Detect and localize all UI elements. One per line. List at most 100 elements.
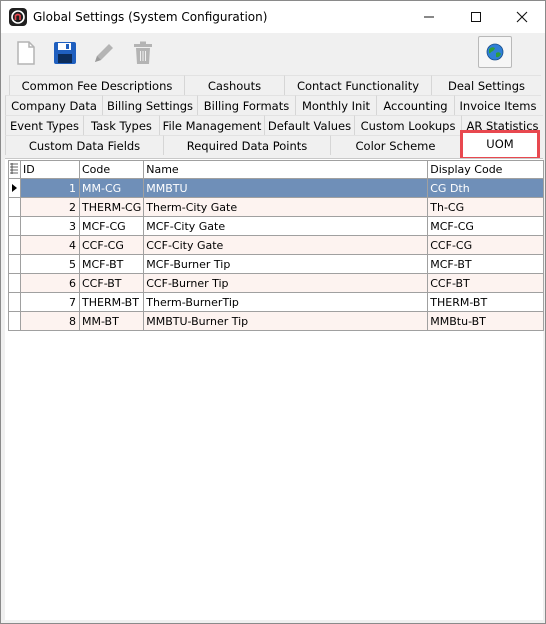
column-header-name[interactable]: Name xyxy=(143,160,429,179)
delete-button[interactable] xyxy=(128,38,158,68)
cell-name[interactable]: Therm-BurnerTip xyxy=(143,292,429,312)
tab-custom-lookups[interactable]: Custom Lookups xyxy=(354,115,461,135)
cell-name[interactable]: CCF-City Gate xyxy=(143,235,429,255)
cell-code[interactable]: THERM-BT xyxy=(78,292,145,312)
column-header-display-code[interactable]: Display Code xyxy=(427,160,545,179)
uom-grid: ID Code Name Display Code 1 MM-CG MMBTU … xyxy=(8,160,545,331)
cell-display-code[interactable]: CCF-CG xyxy=(427,235,545,255)
cell-code[interactable]: MCF-BT xyxy=(78,254,145,274)
maximize-button[interactable] xyxy=(453,1,499,33)
cell-display-code[interactable]: MCF-CG xyxy=(427,216,545,236)
new-button[interactable] xyxy=(11,38,41,68)
tab-label: UOM xyxy=(486,137,514,151)
tab-label: Company Data xyxy=(11,99,97,113)
cell-id[interactable]: 6 xyxy=(20,273,80,293)
cell-id[interactable]: 2 xyxy=(20,197,80,217)
tab-invoice-items[interactable]: Invoice Items xyxy=(454,95,541,115)
current-row-arrow-icon xyxy=(12,184,17,192)
cell-display-code[interactable]: MMBtu-BT xyxy=(427,311,545,331)
tab-label: Required Data Points xyxy=(186,139,308,153)
row-indicator[interactable] xyxy=(8,311,21,331)
tab-monthly-init[interactable]: Monthly Init xyxy=(295,95,376,115)
table-row[interactable]: 6 CCF-BT CCF-Burner Tip CCF-BT xyxy=(8,273,545,293)
cell-name[interactable]: MCF-Burner Tip xyxy=(143,254,429,274)
cell-id[interactable]: 4 xyxy=(20,235,80,255)
cell-code[interactable]: MM-BT xyxy=(78,311,145,331)
cell-display-code[interactable]: THERM-BT xyxy=(427,292,545,312)
tab-deal-settings[interactable]: Deal Settings xyxy=(431,75,541,95)
cell-id[interactable]: 1 xyxy=(20,178,80,198)
tab-label: Monthly Init xyxy=(301,99,371,113)
tab-billing-formats[interactable]: Billing Formats xyxy=(197,95,295,115)
tab-billing-settings[interactable]: Billing Settings xyxy=(102,95,197,115)
table-row[interactable]: 4 CCF-CG CCF-City Gate CCF-CG xyxy=(8,235,545,255)
tab-label: AR Statistics xyxy=(466,119,539,133)
table-row[interactable]: 5 MCF-BT MCF-Burner Tip MCF-BT xyxy=(8,254,545,274)
cell-display-code[interactable]: CG Dth xyxy=(427,178,545,198)
tab-label: Billing Settings xyxy=(106,99,194,113)
global-settings-window: Global Settings (System Configuration) C… xyxy=(0,0,546,624)
cell-name[interactable]: Therm-City Gate xyxy=(143,197,429,217)
close-button[interactable] xyxy=(499,1,545,33)
maximize-icon xyxy=(471,12,481,22)
row-selector-header[interactable] xyxy=(8,160,21,179)
table-row[interactable]: 7 THERM-BT Therm-BurnerTip THERM-BT xyxy=(8,292,545,312)
window-title: Global Settings (System Configuration) xyxy=(33,10,268,24)
tab-label: Custom Lookups xyxy=(360,119,456,133)
delete-trash-icon xyxy=(134,41,152,64)
cell-code[interactable]: CCF-CG xyxy=(78,235,145,255)
row-indicator[interactable] xyxy=(8,216,21,236)
cell-code[interactable]: MCF-CG xyxy=(78,216,145,236)
cell-display-code[interactable]: MCF-BT xyxy=(427,254,545,274)
cell-name[interactable]: CCF-Burner Tip xyxy=(143,273,429,293)
tab-cashouts[interactable]: Cashouts xyxy=(184,75,284,95)
close-icon xyxy=(516,11,528,23)
tab-required-data-points[interactable]: Required Data Points xyxy=(163,135,330,155)
tab-color-scheme[interactable]: Color Scheme xyxy=(330,135,460,155)
tab-label: Cashouts xyxy=(207,79,262,93)
globe-button[interactable] xyxy=(478,36,512,68)
tab-event-types[interactable]: Event Types xyxy=(5,115,83,135)
save-icon xyxy=(54,42,76,64)
cell-display-code[interactable]: Th-CG xyxy=(427,197,545,217)
table-row[interactable]: 2 THERM-CG Therm-City Gate Th-CG xyxy=(8,197,545,217)
tab-file-management[interactable]: File Management xyxy=(159,115,264,135)
cell-code[interactable]: MM-CG xyxy=(78,178,145,198)
cell-id[interactable]: 8 xyxy=(20,311,80,331)
row-indicator[interactable] xyxy=(8,292,21,312)
row-indicator[interactable] xyxy=(8,273,21,293)
cell-id[interactable]: 3 xyxy=(20,216,80,236)
cell-name[interactable]: MCF-City Gate xyxy=(143,216,429,236)
row-indicator[interactable] xyxy=(8,235,21,255)
tab-label: Invoice Items xyxy=(459,99,537,113)
row-indicator[interactable] xyxy=(8,197,21,217)
table-row[interactable]: 1 MM-CG MMBTU CG Dth xyxy=(8,178,545,198)
cell-code[interactable]: THERM-CG xyxy=(78,197,145,217)
tab-contact-functionality[interactable]: Contact Functionality xyxy=(284,75,431,95)
grid-header-row: ID Code Name Display Code xyxy=(8,160,545,179)
column-header-id[interactable]: ID xyxy=(20,160,80,179)
column-header-code[interactable]: Code xyxy=(78,160,145,179)
row-indicator[interactable] xyxy=(8,178,21,198)
cell-id[interactable]: 5 xyxy=(20,254,80,274)
tab-custom-data-fields[interactable]: Custom Data Fields xyxy=(5,135,163,155)
cell-display-code[interactable]: CCF-BT xyxy=(427,273,545,293)
tab-common-fee-descriptions[interactable]: Common Fee Descriptions xyxy=(9,75,184,95)
tab-accounting[interactable]: Accounting xyxy=(376,95,454,115)
cell-id[interactable]: 7 xyxy=(20,292,80,312)
table-row[interactable]: 8 MM-BT MMBTU-Burner Tip MMBtu-BT xyxy=(8,311,545,331)
row-indicator[interactable] xyxy=(8,254,21,274)
save-button[interactable] xyxy=(50,38,80,68)
tab-label: Event Types xyxy=(9,119,79,133)
cell-name[interactable]: MMBTU xyxy=(143,178,429,198)
cell-name[interactable]: MMBTU-Burner Tip xyxy=(143,311,429,331)
cell-code[interactable]: CCF-BT xyxy=(78,273,145,293)
tab-uom[interactable]: UOM xyxy=(462,132,538,159)
tab-company-data[interactable]: Company Data xyxy=(5,95,102,115)
tab-label: File Management xyxy=(162,119,262,133)
minimize-button[interactable] xyxy=(406,1,452,33)
tab-default-values[interactable]: Default Values xyxy=(264,115,354,135)
edit-button[interactable] xyxy=(89,38,119,68)
tab-task-types[interactable]: Task Types xyxy=(83,115,159,135)
table-row[interactable]: 3 MCF-CG MCF-City Gate MCF-CG xyxy=(8,216,545,236)
